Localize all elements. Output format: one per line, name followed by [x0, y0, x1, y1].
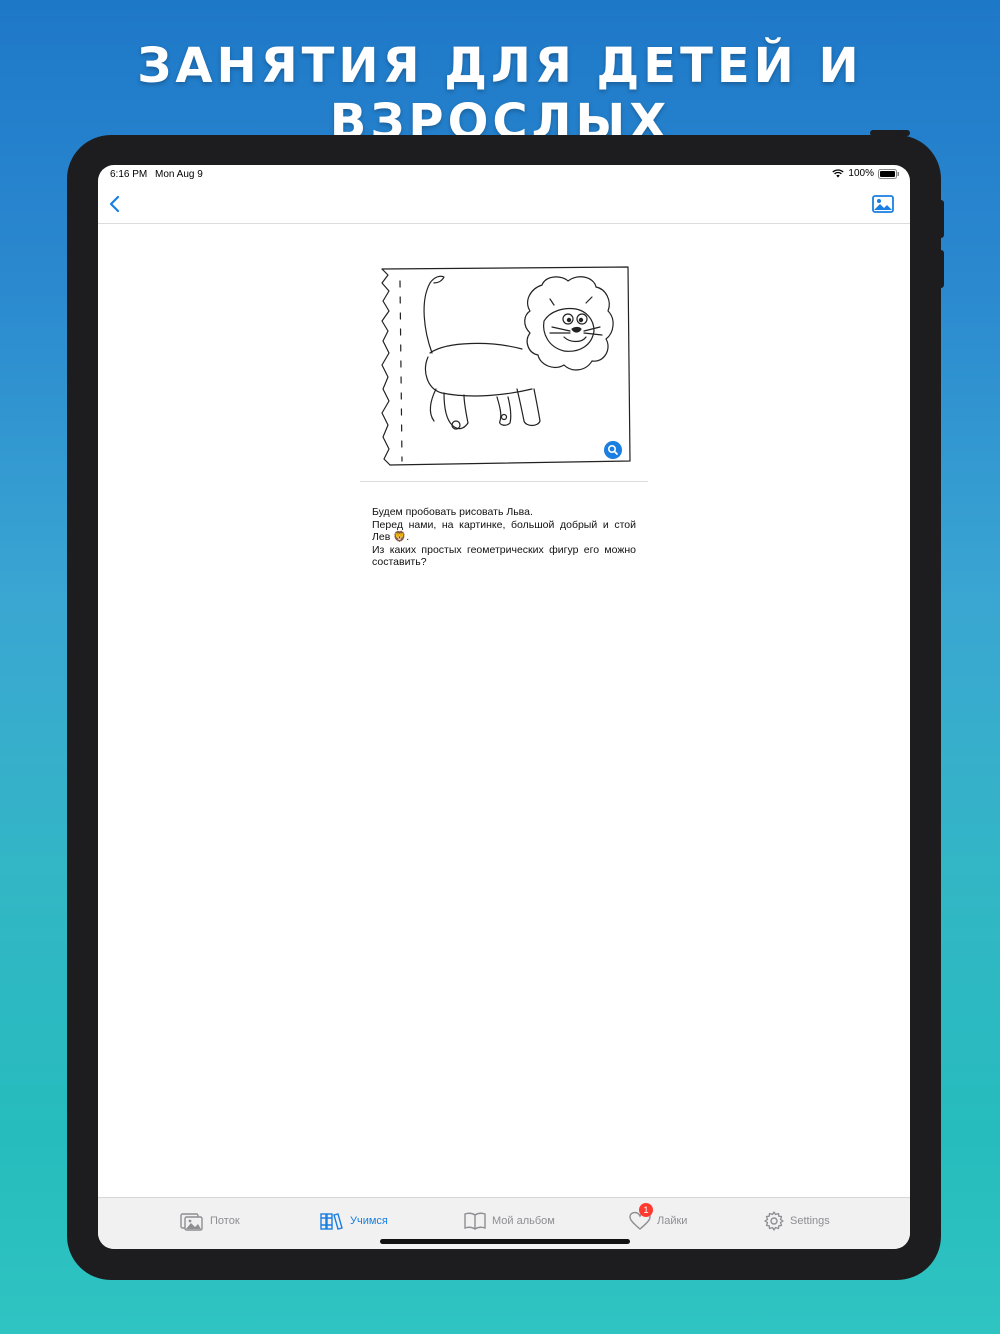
promo-headline: ЗАНЯТИЯ ДЛЯ ДЕТЕЙ И ВЗРОСЛЫХ — [137, 38, 863, 150]
tab-feed[interactable]: Поток — [180, 1210, 240, 1232]
photo-icon[interactable] — [872, 195, 894, 213]
lesson-image[interactable] — [372, 261, 634, 471]
lesson-paragraph: Перед нами, на картинке, большой добрый … — [372, 518, 636, 544]
nav-bar — [98, 185, 910, 224]
gear-icon — [764, 1211, 784, 1231]
lesson-paragraph: Из каких простых геометрических фигур ег… — [372, 543, 636, 569]
tab-label: Поток — [210, 1215, 240, 1227]
wifi-icon — [832, 169, 845, 178]
lesson-text: Будем пробовать рисовать Льва. Перед нам… — [360, 482, 648, 569]
lion-drawing — [381, 266, 631, 466]
tab-label: Мой альбом — [492, 1215, 555, 1227]
tab-learning[interactable]: Учимся — [320, 1210, 388, 1232]
magnifier-icon — [608, 445, 618, 455]
battery-icon — [878, 168, 899, 179]
book-icon — [464, 1212, 486, 1230]
tab-settings[interactable]: Settings — [764, 1210, 830, 1232]
battery-percent: 100% — [848, 168, 874, 179]
photos-icon — [180, 1213, 203, 1231]
tab-label: Settings — [790, 1215, 830, 1227]
lesson-paragraph: Будем пробовать рисовать Льва. — [372, 506, 533, 518]
home-indicator[interactable] — [380, 1239, 630, 1244]
status-right: 100% — [832, 168, 900, 179]
status-bar: 6:16 PM Mon Aug 9 100% — [98, 165, 910, 185]
books-icon — [320, 1213, 343, 1230]
app-screen: 6:16 PM Mon Aug 9 100% Будем пробовать р… — [98, 165, 910, 1249]
tab-my-album[interactable]: Мой альбом — [464, 1210, 555, 1232]
tab-label: Учимся — [350, 1215, 388, 1227]
likes-badge: 1 — [639, 1203, 653, 1217]
status-date: Mon Aug 9 — [155, 169, 203, 180]
tab-label: Лайки — [657, 1215, 688, 1227]
status-time: 6:16 PM — [110, 169, 148, 180]
zoom-button[interactable] — [604, 441, 622, 459]
tab-likes[interactable]: 1 Лайки — [629, 1203, 688, 1232]
chevron-left-icon[interactable] — [106, 194, 126, 214]
lesson-card: Будем пробовать рисовать Льва. Перед нам… — [360, 261, 648, 569]
